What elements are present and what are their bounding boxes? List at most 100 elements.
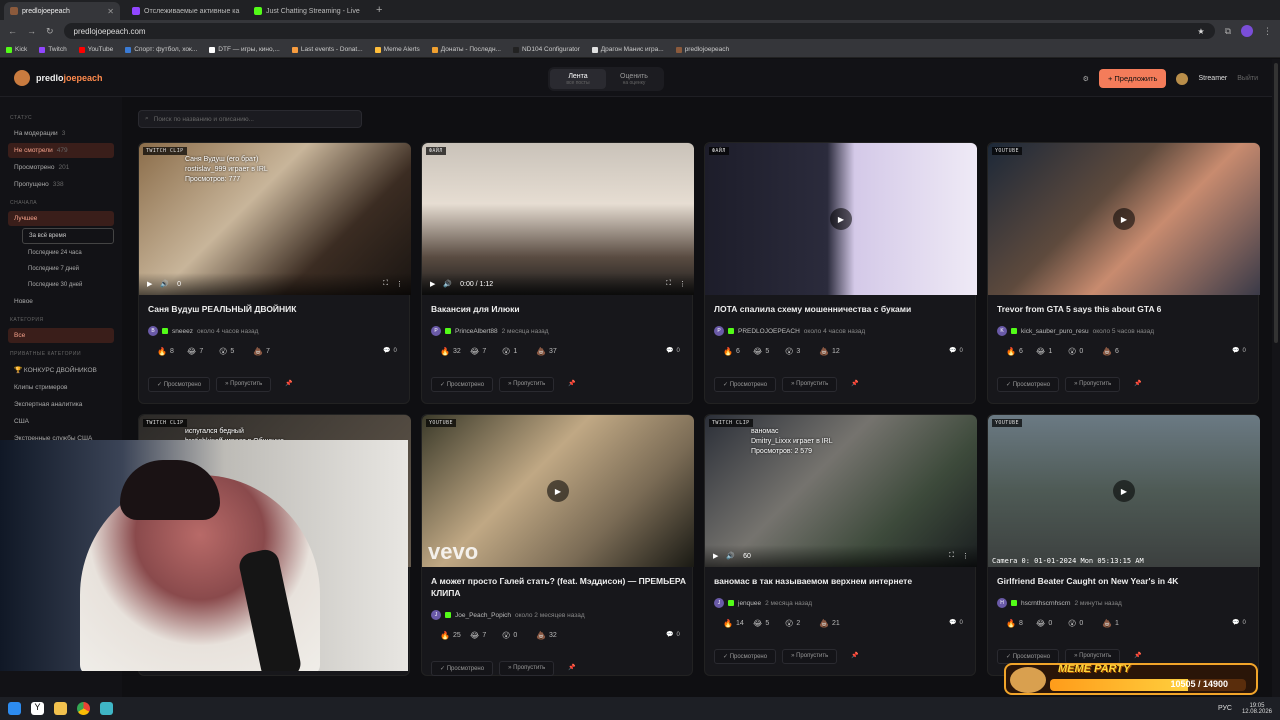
sidebar-item[interactable]: США [8, 414, 114, 429]
skip-button[interactable]: » Пропустить [499, 377, 555, 392]
sidebar-item[interactable]: Просмотрено 201 [8, 160, 114, 175]
scrollbar-thumb[interactable] [1274, 63, 1278, 343]
suggest-button[interactable]: + Предложить [1098, 69, 1167, 88]
skip-button[interactable]: » Пропустить [782, 377, 838, 392]
reaction-button[interactable]: 💩 32 [536, 631, 557, 640]
pin-icon[interactable]: 📌 [277, 377, 300, 392]
new-tab-icon[interactable]: + [370, 4, 388, 16]
reaction-button[interactable]: 😂 1 [1036, 347, 1052, 356]
sidebar-item[interactable]: Все [8, 328, 114, 343]
mark-viewed-button[interactable]: ✓ Просмотрено [714, 377, 777, 392]
search-input[interactable]: ⌕ Поиск по названию и описанию... [138, 110, 362, 128]
video-thumbnail[interactable]: ФАЙЛ ▶ [705, 143, 977, 295]
comments-count[interactable]: 💬 0 [666, 631, 680, 639]
pin-icon[interactable]: 📌 [1126, 377, 1149, 392]
close-icon[interactable]: ✕ [107, 7, 114, 16]
bookmark-item[interactable]: ND104 Configurator [512, 46, 580, 53]
reaction-button[interactable]: 😂 5 [753, 619, 769, 628]
post-card[interactable]: YOUTUBE Camera 0: 01-01-2024 Mon 05:13:15… [987, 414, 1260, 676]
reaction-button[interactable]: 😂 7 [470, 631, 486, 640]
skip-button[interactable]: » Пропустить [499, 661, 555, 676]
mark-viewed-button[interactable]: ✓ Просмотрено [997, 377, 1060, 392]
video-thumbnail[interactable]: TWITCH CLIP ваномас Dmitry_Lixxx играет в … [705, 415, 977, 567]
comments-count[interactable]: 💬 0 [666, 347, 680, 355]
comments-count[interactable]: 💬 0 [1232, 619, 1246, 627]
reaction-button[interactable]: 😮 5 [219, 347, 234, 356]
pin-icon[interactable]: 📌 [560, 661, 583, 676]
reaction-button[interactable]: 😮 3 [785, 347, 800, 356]
play-icon[interactable]: ▶ [547, 480, 569, 502]
play-icon[interactable]: ▶ [830, 208, 852, 230]
sidebar-item[interactable]: Лучшее [8, 211, 114, 226]
mark-viewed-button[interactable]: ✓ Просмотрено [714, 649, 777, 664]
post-title[interactable]: ЛОТА спалила схему мошенничества с букам… [714, 303, 969, 315]
bookmark-item[interactable]: YouTube [78, 46, 113, 53]
post-title[interactable]: Саня Вудуш РЕАЛЬНЫЙ ДВОЙНИК [148, 303, 403, 315]
post-card[interactable]: ФАЙЛ ▶ ЛОТА спалила схему мошенничества с … [704, 142, 977, 404]
post-title[interactable]: Trevor from GTA 5 says this about GTA 6 [997, 303, 1252, 315]
more-icon[interactable]: ⋮ [962, 552, 969, 560]
post-title[interactable]: Вакансия для Илюки [431, 303, 686, 315]
logout-link[interactable]: Выйти [1237, 75, 1258, 82]
video-thumbnail[interactable]: YOUTUBE vevo ▶ [422, 415, 694, 567]
post-title[interactable]: ваномас в так называемом верхнем интерне… [714, 575, 969, 587]
mark-viewed-button[interactable]: ✓ Просмотрено [431, 377, 494, 392]
skip-button[interactable]: » Пропустить [1065, 377, 1121, 392]
reaction-button[interactable]: 😂 5 [753, 347, 769, 356]
language-indicator[interactable]: РУС [1218, 705, 1232, 712]
author-name[interactable]: kick_sauber_puro_resu [1021, 328, 1089, 335]
comments-count[interactable]: 💬 0 [949, 347, 963, 355]
more-icon[interactable]: ⋮ [679, 280, 686, 288]
star-icon[interactable]: ★ [1197, 27, 1204, 36]
post-card[interactable]: ФАЙЛ ▶ 🔊 0:00 / 1:12 ⛶ ⋮ Вакансия для Илюки P Pr… [421, 142, 694, 404]
forward-icon[interactable]: → [27, 26, 36, 36]
play-icon[interactable]: ▶ [713, 552, 718, 560]
pin-icon[interactable]: 📌 [843, 377, 866, 392]
author-name[interactable]: PrinceAlbert88 [455, 328, 498, 335]
sidebar-item[interactable]: Не смотрели 479 [8, 143, 114, 158]
profile-icon[interactable] [1241, 25, 1253, 37]
back-icon[interactable]: ← [8, 26, 17, 36]
bookmark-item[interactable]: Спорт: футбол, хок... [125, 46, 197, 53]
post-card[interactable]: YOUTUBE ▶ Trevor from GTA 5 says this abou… [987, 142, 1260, 404]
sidebar-item[interactable]: За всё время [22, 228, 114, 244]
reaction-button[interactable]: 😮 0 [1068, 347, 1083, 356]
reload-icon[interactable]: ↻ [46, 26, 54, 37]
pin-icon[interactable]: 📌 [1126, 649, 1149, 664]
video-thumbnail[interactable]: YOUTUBE ▶ [988, 143, 1260, 295]
browser-tab[interactable]: predlojoepeach ✕ [4, 2, 120, 20]
author-name[interactable]: jenquee [738, 600, 761, 607]
play-icon[interactable]: ▶ [147, 280, 152, 288]
reaction-button[interactable]: 💩 6 [1102, 347, 1119, 356]
more-icon[interactable]: ⋮ [396, 280, 403, 288]
bookmark-item[interactable]: DTF — игры, кино,... [209, 46, 280, 53]
skip-button[interactable]: » Пропустить [1065, 649, 1121, 664]
mark-viewed-button[interactable]: ✓ Просмотрено [431, 661, 494, 676]
sidebar-item[interactable]: Пропущено 338 [8, 177, 114, 192]
bookmark-item[interactable]: Драгон Манис игра... [591, 46, 664, 53]
reaction-button[interactable]: 😮 1 [502, 347, 517, 356]
site-logo[interactable]: predlo joepeach [14, 69, 103, 86]
reaction-button[interactable]: 💩 1 [1102, 619, 1119, 628]
play-icon[interactable]: ▶ [1113, 480, 1135, 502]
reaction-button[interactable]: 😂 7 [187, 347, 203, 356]
pin-icon[interactable]: 📌 [843, 649, 866, 664]
chrome-icon[interactable] [77, 702, 90, 715]
reaction-button[interactable]: 💩 37 [536, 347, 557, 356]
author-name[interactable]: hscrnthscrnhscrn [1021, 600, 1071, 607]
video-thumbnail[interactable]: ФАЙЛ ▶ 🔊 0:00 / 1:12 ⛶ ⋮ [422, 143, 694, 295]
reaction-button[interactable]: 😮 0 [502, 631, 517, 640]
url-field[interactable]: predlojoepeach.com ★ [63, 23, 1215, 39]
tab-feed[interactable]: Лента все посты [550, 69, 606, 89]
extensions-icon[interactable]: ⧉ [1225, 26, 1231, 37]
play-icon[interactable]: ▶ [430, 280, 435, 288]
folder-icon[interactable] [54, 702, 67, 715]
fullscreen-icon[interactable]: ⛶ [383, 280, 388, 288]
yandex-icon[interactable]: Y [31, 702, 44, 715]
reaction-button[interactable]: 💩 12 [819, 347, 840, 356]
bookmark-item[interactable]: Kick [6, 46, 27, 53]
sidebar-item[interactable]: Клипы стримеров [8, 380, 114, 395]
reaction-button[interactable]: 🔥 25 [440, 631, 461, 640]
author-name[interactable]: sneeez [172, 328, 193, 335]
tab-rate[interactable]: Оценить на оценку [606, 69, 662, 89]
